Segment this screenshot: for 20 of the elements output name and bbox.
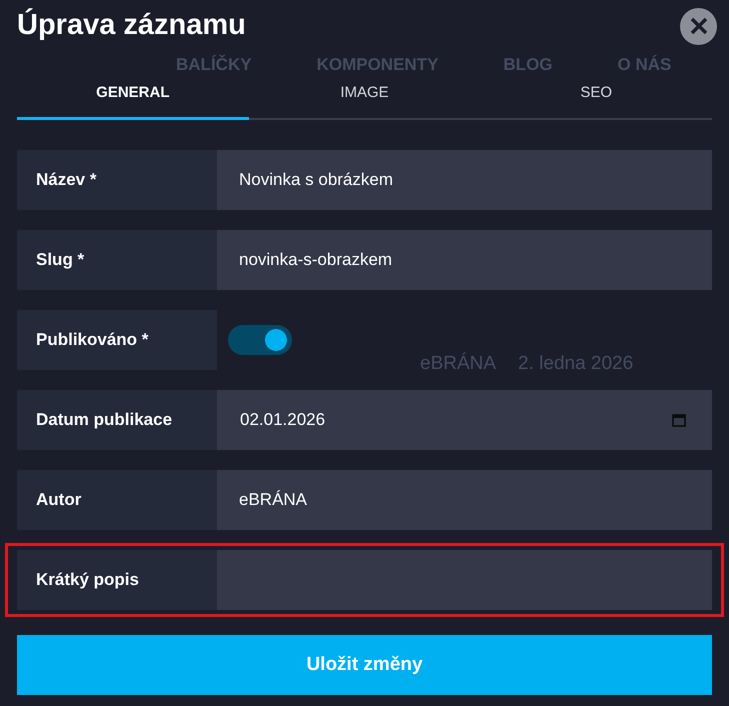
- tab[interactable]: IMAGE: [248, 80, 480, 120]
- tab[interactable]: GENERAL: [17, 80, 249, 120]
- text-field[interactable]: eBRÁNA: [217, 470, 712, 530]
- toggle-switch[interactable]: [228, 325, 292, 355]
- dialog-title: Úprava záznamu: [17, 7, 246, 44]
- field-label: Název *: [17, 150, 217, 210]
- tab[interactable]: SEO: [480, 80, 712, 120]
- text-field[interactable]: novinka-s-obrazkem: [217, 230, 712, 290]
- field-label: Autor: [17, 470, 217, 530]
- field-label: Krátký popis: [17, 550, 217, 610]
- text-field[interactable]: Novinka s obrázkem: [217, 150, 712, 210]
- field-label: Publikováno *: [17, 310, 217, 370]
- close-button[interactable]: [680, 8, 717, 44]
- text-field[interactable]: [217, 550, 712, 610]
- date-field[interactable]: 02.01.2026: [217, 390, 712, 450]
- background-meta-text: 2. ledna 2026: [518, 352, 634, 376]
- close-icon: [690, 17, 708, 35]
- field-label: Datum publikace: [17, 390, 217, 450]
- background-meta-text: eBRÁNA: [420, 352, 496, 376]
- field-label: Slug *: [17, 230, 217, 290]
